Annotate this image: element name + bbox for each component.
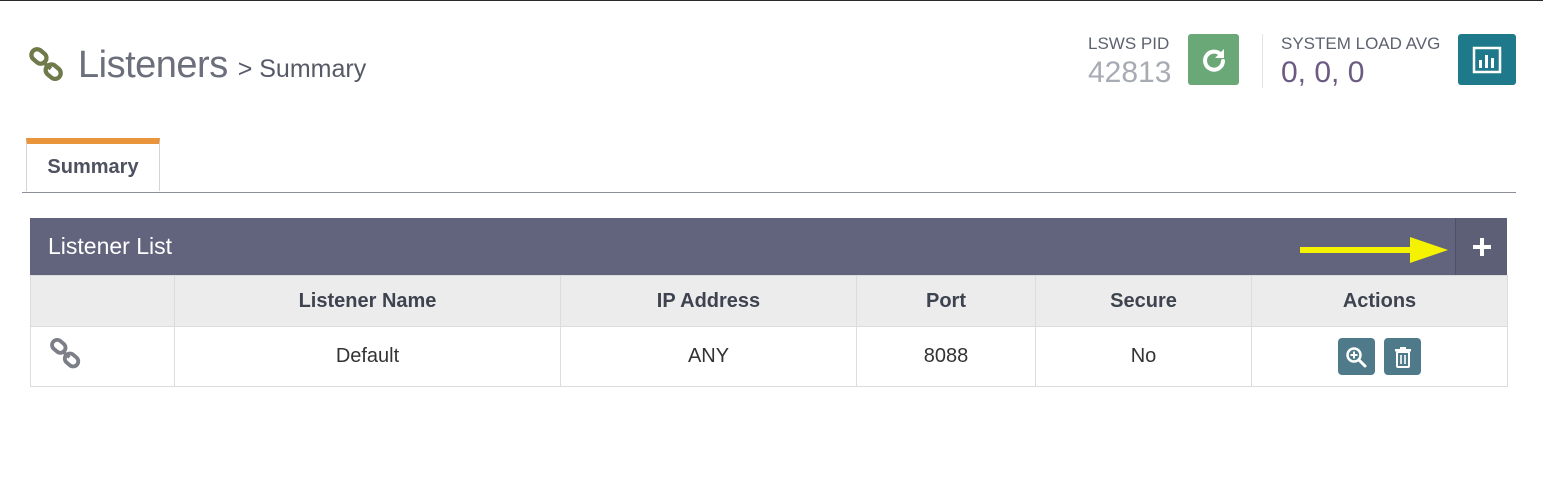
panel-title: Listener List: [48, 233, 173, 259]
zoom-in-icon: [1346, 346, 1367, 367]
top-border: [0, 0, 1543, 1]
column-header-port: Port: [856, 275, 1036, 327]
row-icon-cell: [30, 326, 175, 387]
breadcrumb: > Summary: [237, 54, 367, 83]
link-icon: [29, 47, 63, 82]
lsws-pid-stat: LSWS PID 42813: [1088, 34, 1171, 90]
column-header-secure: Secure: [1035, 275, 1252, 327]
load-value: 0, 0, 0: [1281, 56, 1365, 89]
port-cell: 8088: [856, 326, 1036, 387]
column-header-listener-name: Listener Name: [174, 275, 561, 327]
listener-table: Listener Name IP Address Port Secure Act…: [30, 275, 1508, 387]
add-listener-button[interactable]: [1455, 218, 1507, 275]
secure-cell: No: [1035, 326, 1252, 387]
system-load-stat: SYSTEM LOAD AVG 0, 0, 0: [1281, 34, 1440, 90]
delete-button[interactable]: [1384, 338, 1422, 375]
table-row: Default ANY 8088 No: [30, 326, 1508, 387]
actions-cell: [1251, 326, 1508, 387]
listener-name-cell[interactable]: Default: [174, 326, 561, 387]
refresh-icon: [1202, 48, 1225, 72]
restart-button[interactable]: [1188, 34, 1239, 85]
pid-label: LSWS PID: [1088, 34, 1170, 53]
column-header-icon: [30, 275, 175, 327]
panel-header: Listener List: [30, 218, 1507, 275]
tab-bar: Summary: [22, 138, 1516, 193]
pid-value: 42813: [1088, 56, 1172, 89]
view-button[interactable]: [1337, 338, 1375, 375]
trash-icon: [1394, 346, 1411, 368]
plus-icon: [1472, 237, 1491, 256]
annotation-arrow-icon: [1300, 237, 1448, 263]
load-chart-button[interactable]: [1458, 34, 1516, 85]
column-header-ip-address: IP Address: [560, 275, 857, 327]
listener-list-panel: Listener List Listener Name IP Address P…: [30, 218, 1508, 387]
column-header-actions: Actions: [1251, 275, 1508, 327]
page-header: Listeners > Summary: [28, 40, 366, 90]
bar-chart-icon: [1472, 46, 1502, 73]
page-title: Listeners: [78, 43, 228, 86]
ip-address-cell: ANY: [560, 326, 857, 387]
stats-divider: [1262, 34, 1263, 88]
tab-summary[interactable]: Summary: [26, 138, 160, 191]
link-icon: [50, 337, 81, 368]
table-header-row: Listener Name IP Address Port Secure Act…: [30, 275, 1508, 327]
load-label: SYSTEM LOAD AVG: [1281, 34, 1441, 53]
